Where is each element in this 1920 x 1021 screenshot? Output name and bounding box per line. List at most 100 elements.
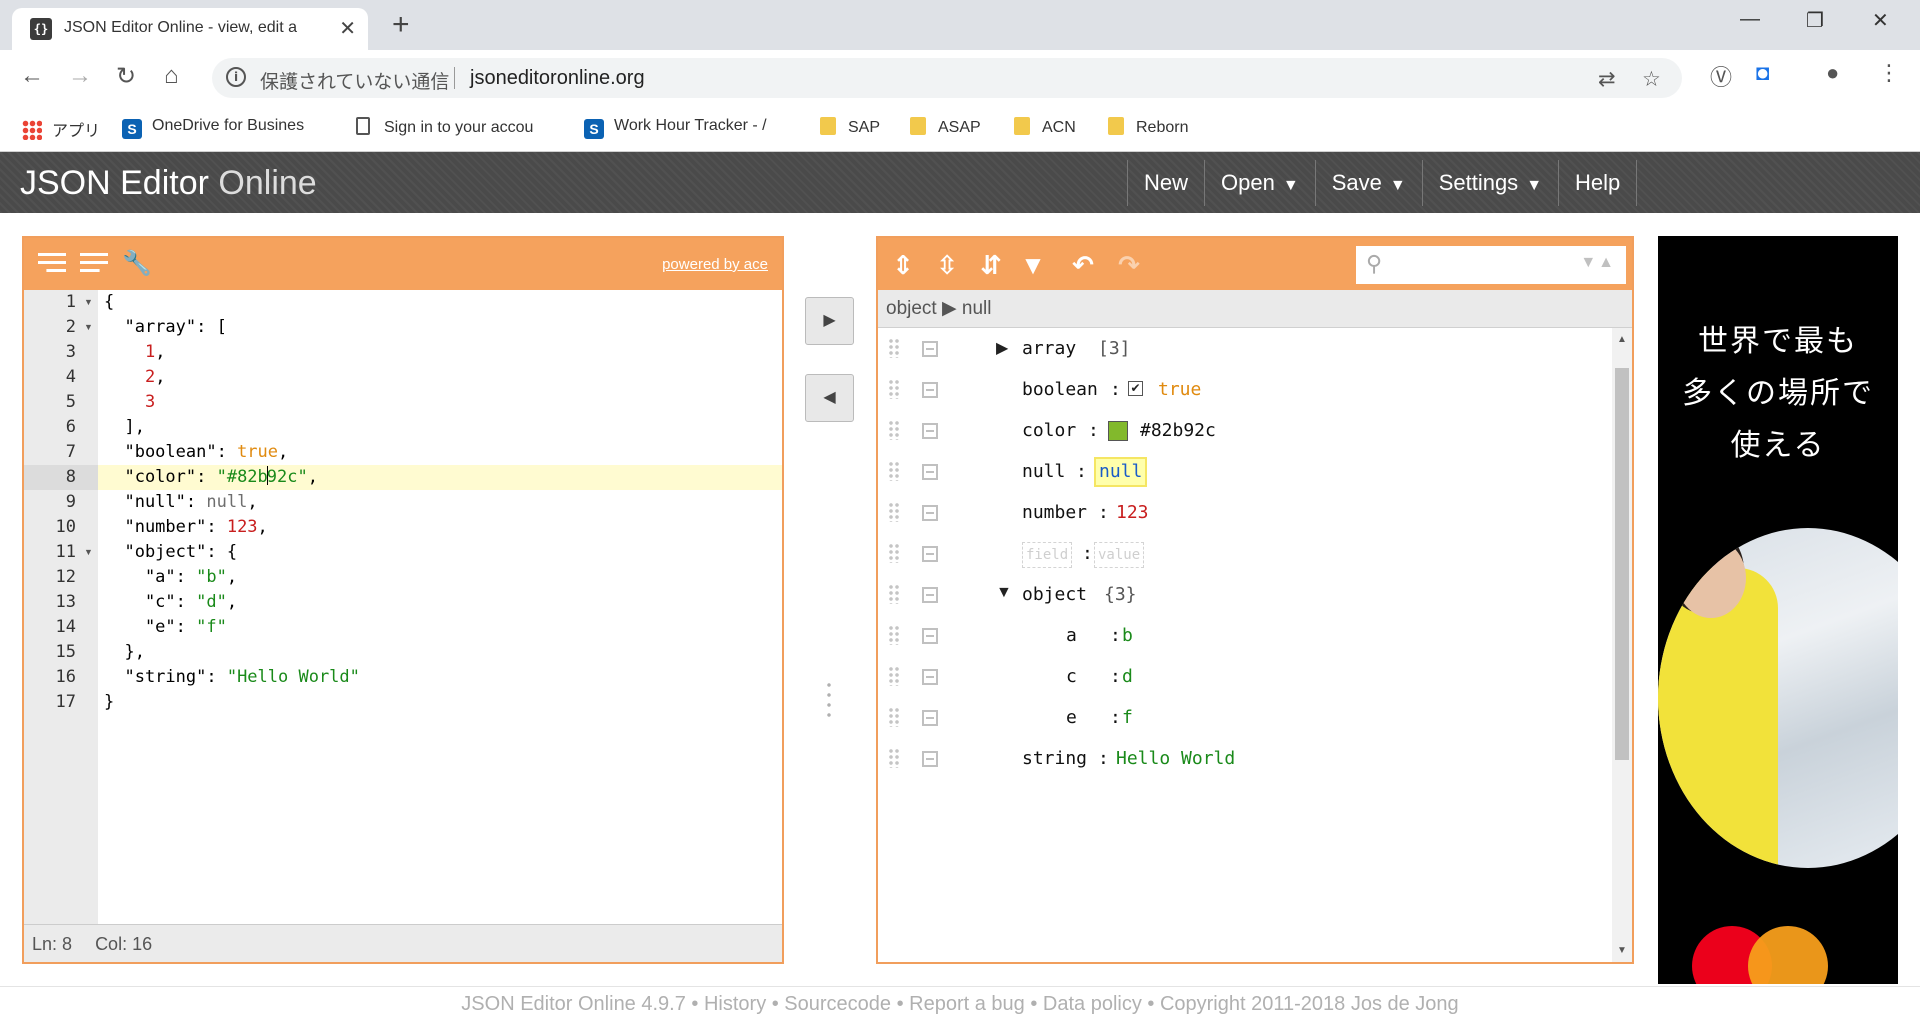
value-placeholder[interactable]: value xyxy=(1094,542,1145,568)
star-icon[interactable]: ☆ xyxy=(1642,67,1661,92)
info-icon[interactable]: i xyxy=(226,67,246,87)
splitter-handle[interactable] xyxy=(826,680,832,720)
drag-handle-icon[interactable] xyxy=(888,666,900,686)
powered-by-ace-link[interactable]: powered by ace xyxy=(662,256,768,273)
search-input[interactable] xyxy=(1394,252,1564,278)
format-icon[interactable] xyxy=(38,250,66,278)
translate-icon[interactable]: ⇄ xyxy=(1598,67,1616,92)
menu-open[interactable]: Open ▼ xyxy=(1204,160,1315,206)
tree-row[interactable]: string : Hello World xyxy=(878,738,1598,779)
copy-to-left-button[interactable]: ◀ xyxy=(805,374,854,422)
fold-arrow-icon[interactable]: ▼ xyxy=(84,290,93,315)
bookmark-onedrive[interactable]: S OneDrive for Busines xyxy=(122,117,332,139)
bookmark-apps[interactable]: アプリ xyxy=(22,117,100,141)
bookmark-sap[interactable]: SAP xyxy=(820,117,880,137)
reload-icon[interactable]: ↻ xyxy=(116,62,136,91)
context-menu-icon[interactable] xyxy=(922,710,938,726)
menu-settings[interactable]: Settings ▼ xyxy=(1421,160,1558,206)
null-value-highlighted[interactable]: null xyxy=(1094,457,1148,487)
context-menu-icon[interactable] xyxy=(922,628,938,644)
scroll-thumb[interactable] xyxy=(1615,368,1629,760)
browser-tab[interactable]: {} JSON Editor Online - view, edit a ✕ xyxy=(12,8,368,50)
expand-arrow-icon[interactable]: ▶ xyxy=(996,338,1008,358)
context-menu-icon[interactable] xyxy=(922,505,938,521)
extension-camera-icon[interactable]: ◘ xyxy=(1756,60,1769,86)
close-tab-icon[interactable]: ✕ xyxy=(339,16,356,41)
context-menu-icon[interactable] xyxy=(922,587,938,603)
back-icon[interactable]: ← xyxy=(20,62,44,90)
advertisement[interactable]: 世界で最も 多くの場所で 使える xyxy=(1658,236,1898,984)
fold-arrow-icon[interactable]: ▼ xyxy=(84,540,93,565)
drag-handle-icon[interactable] xyxy=(888,420,900,440)
drag-handle-icon[interactable] xyxy=(888,543,900,563)
field-placeholder[interactable]: field xyxy=(1022,542,1073,568)
minimize-icon[interactable]: — xyxy=(1740,8,1760,31)
more-menu-icon[interactable]: ⋮ xyxy=(1878,60,1900,86)
new-tab-icon[interactable]: + xyxy=(392,8,410,42)
context-menu-icon[interactable] xyxy=(922,669,938,685)
address-bar[interactable]: i 保護されていない通信 jsoneditoronline.org ⇄ ☆ xyxy=(212,58,1682,98)
sort-icon[interactable]: ⇵ xyxy=(976,250,1006,280)
tree-row[interactable]: number : 123 xyxy=(878,492,1598,533)
code-area[interactable]: 1 ▼{ 2 ▼ "array": [ 3 1, 4 2, 5 3 6 ], 7 "… xyxy=(24,290,782,926)
tree-row-child[interactable]: c : d xyxy=(878,656,1598,697)
copy-to-right-button[interactable]: ▶ xyxy=(805,297,854,345)
collapse-all-icon[interactable]: ⇳ xyxy=(932,250,962,280)
extension-v-icon[interactable]: Ⓥ xyxy=(1710,60,1732,92)
collapse-arrow-icon[interactable]: ▼ xyxy=(996,584,1012,602)
context-menu-icon[interactable] xyxy=(922,546,938,562)
account-icon[interactable]: ● xyxy=(1826,60,1839,86)
drag-handle-icon[interactable] xyxy=(888,379,900,399)
tree-row[interactable]: ▼ object {3} xyxy=(878,574,1598,615)
menu-save[interactable]: Save ▼ xyxy=(1314,160,1422,206)
context-menu-icon[interactable] xyxy=(922,751,938,767)
bookmark-sign-in[interactable]: Sign in to your accou xyxy=(356,117,556,137)
scroll-up-icon[interactable]: ▲ xyxy=(1617,334,1627,345)
menu-new[interactable]: New xyxy=(1127,160,1204,206)
page-footer[interactable]: JSON Editor Online 4.9.7 • History • Sou… xyxy=(0,986,1920,1020)
tree-row[interactable]: ▶ array [3] xyxy=(878,328,1598,369)
tree-row-placeholder[interactable]: field : value xyxy=(878,533,1598,574)
search-next-prev-icon[interactable]: ▼▲ xyxy=(1580,254,1616,272)
code-line: 16 "string": "Hello World" xyxy=(55,667,360,687)
close-window-icon[interactable]: ✕ xyxy=(1872,8,1889,33)
compact-icon[interactable] xyxy=(80,250,108,278)
scroll-down-icon[interactable]: ▼ xyxy=(1617,945,1627,956)
drag-handle-icon[interactable] xyxy=(888,338,900,358)
context-menu-icon[interactable] xyxy=(922,423,938,439)
boolean-checkbox[interactable]: ✔ xyxy=(1128,381,1143,396)
tree-row[interactable]: color : #82b92c xyxy=(878,410,1598,451)
tree-row-child[interactable]: a : b xyxy=(878,615,1598,656)
context-menu-icon[interactable] xyxy=(922,341,938,357)
fold-arrow-icon[interactable]: ▼ xyxy=(84,315,93,340)
forward-icon[interactable]: → xyxy=(68,62,92,90)
tree-row[interactable]: boolean : ✔ true xyxy=(878,369,1598,410)
expand-all-icon[interactable]: ⇕ xyxy=(888,250,918,280)
tree-row[interactable]: null : null xyxy=(878,451,1598,492)
home-icon[interactable]: ⌂ xyxy=(164,62,179,90)
context-menu-icon[interactable] xyxy=(922,382,938,398)
bookmark-work-hour-tracker[interactable]: S Work Hour Tracker - / xyxy=(584,117,796,139)
context-menu-icon[interactable] xyxy=(922,464,938,480)
drag-handle-icon[interactable] xyxy=(888,748,900,768)
filter-icon[interactable]: ▼ xyxy=(1018,250,1048,280)
redo-icon[interactable]: ↷ xyxy=(1114,250,1144,280)
undo-icon[interactable]: ↶ xyxy=(1068,250,1098,280)
bookmark-reborn[interactable]: Reborn xyxy=(1108,117,1188,137)
tree-row-child[interactable]: e : f xyxy=(878,697,1598,738)
restore-icon[interactable]: ❐ xyxy=(1806,8,1824,33)
bookmark-asap[interactable]: ASAP xyxy=(910,117,981,137)
drag-handle-icon[interactable] xyxy=(888,461,900,481)
bookmark-acn[interactable]: ACN xyxy=(1014,117,1076,137)
breadcrumb-leaf[interactable]: null xyxy=(962,298,992,319)
breadcrumb-root[interactable]: object xyxy=(886,298,937,319)
menu-help[interactable]: Help xyxy=(1558,160,1638,206)
drag-handle-icon[interactable] xyxy=(888,584,900,604)
url-text[interactable]: jsoneditoronline.org xyxy=(470,67,645,90)
drag-handle-icon[interactable] xyxy=(888,707,900,727)
drag-handle-icon[interactable] xyxy=(888,625,900,645)
wrench-icon[interactable]: 🔧 xyxy=(122,250,152,278)
tree-scrollbar[interactable]: ▲ ▼ xyxy=(1612,328,1632,962)
color-swatch[interactable] xyxy=(1108,421,1128,441)
drag-handle-icon[interactable] xyxy=(888,502,900,522)
